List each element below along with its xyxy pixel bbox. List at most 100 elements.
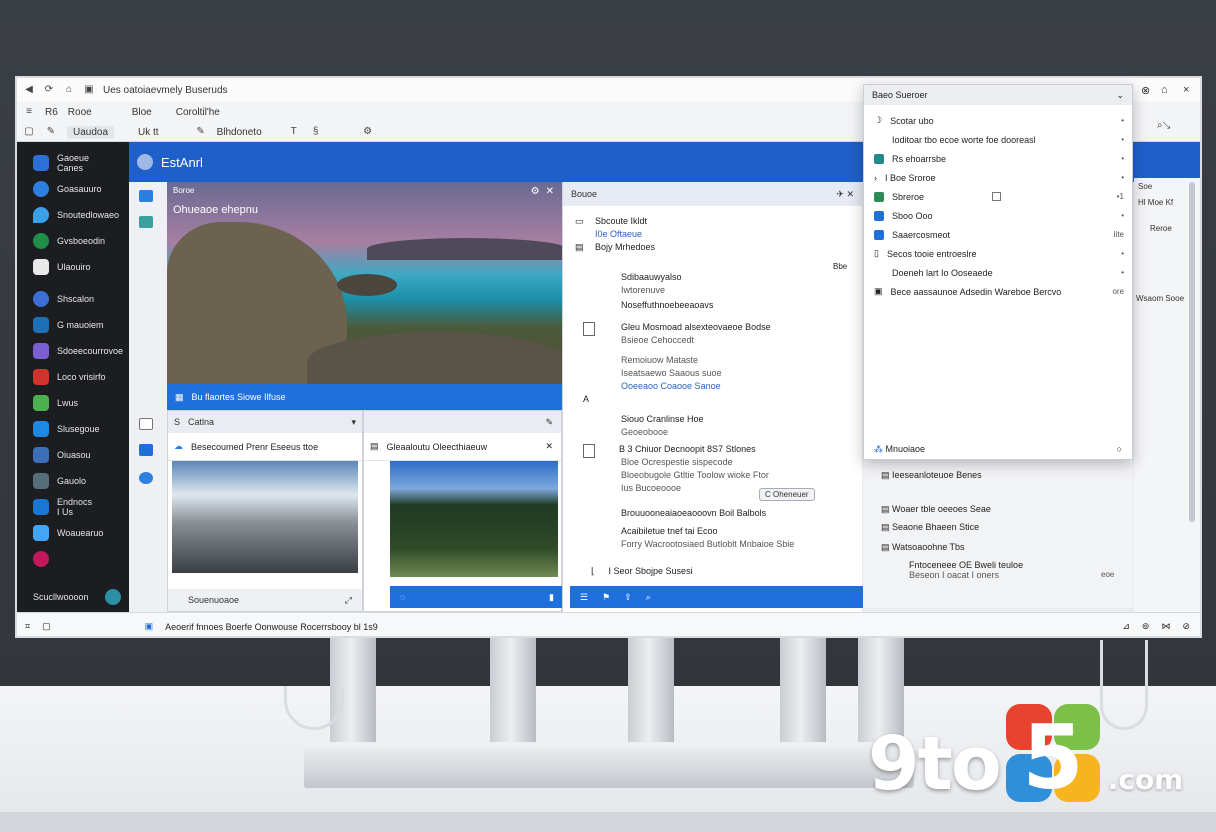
- list-item[interactable]: Ieeseanloteuoe Benes: [892, 470, 982, 480]
- sidebar-item[interactable]: G mauoiem: [17, 312, 129, 338]
- share-icon[interactable]: ⇪: [624, 592, 632, 603]
- lake-photo[interactable]: [172, 461, 358, 573]
- cloud-icon[interactable]: [139, 472, 153, 484]
- toolbar-item[interactable]: R6: [45, 107, 58, 118]
- expand-icon[interactable]: ⤢: [345, 595, 352, 606]
- sidebar-item[interactable]: Goasauuro: [17, 176, 129, 202]
- pen-icon[interactable]: ✎: [195, 126, 207, 138]
- triangle-icon[interactable]: ⊿: [1122, 621, 1130, 632]
- note-icon[interactable]: [139, 444, 153, 456]
- popup-row[interactable]: Saaercosmeot lite: [864, 225, 1132, 244]
- back-icon[interactable]: ◀: [23, 84, 35, 96]
- detail-row-title[interactable]: Acaibiletue tnef tai Ecoo: [621, 526, 718, 536]
- sidebar-item[interactable]: Gvsboeodin: [17, 228, 129, 254]
- close-icon[interactable]: ✕: [545, 441, 553, 452]
- detail-row-title[interactable]: I Seor Sbojpe Susesi: [609, 566, 693, 576]
- sidebar-item[interactable]: Slusegoue: [17, 416, 129, 442]
- list-item[interactable]: Watsoaoohne Tbs: [892, 542, 965, 552]
- pin-icon[interactable]: ⊗: [1141, 84, 1150, 97]
- list-item[interactable]: Seaone Bhaeen Stice: [892, 522, 979, 532]
- vertical-scrollbar[interactable]: [1189, 182, 1195, 522]
- popup-row[interactable]: › I Boe Sroroe •: [864, 168, 1132, 187]
- right-pane-item[interactable]: Wsaom Sooe: [1136, 294, 1184, 303]
- detail-row-title[interactable]: Sbcoute Ikldt: [595, 216, 647, 226]
- detail-row-title[interactable]: Bojy Mrhedoes: [595, 242, 655, 252]
- sidebar-item[interactable]: Shscalon: [17, 286, 129, 312]
- tag-pill[interactable]: C Oheneuer: [759, 488, 815, 501]
- settings-icon[interactable]: ⚙: [531, 186, 540, 197]
- toolbar-tab[interactable]: Blhdoneto: [217, 127, 262, 138]
- toolbar-item[interactable]: Rooe: [68, 107, 92, 118]
- flag-icon[interactable]: ⚑: [602, 592, 610, 603]
- account-icon[interactable]: [105, 589, 121, 605]
- more-icon[interactable]: ▮: [549, 592, 554, 603]
- forest-photo[interactable]: [390, 461, 558, 577]
- close-icon[interactable]: ×: [1183, 84, 1189, 96]
- edit-icon[interactable]: ✎: [45, 126, 57, 138]
- grid-icon[interactable]: ⌗: [25, 621, 30, 632]
- popup-row[interactable]: Rs ehoarrsbe •: [864, 149, 1132, 168]
- right-pane-item[interactable]: Reroe: [1150, 224, 1172, 233]
- list-item[interactable]: Fntoceneee OE Bweli teuloe: [909, 560, 1023, 570]
- sidebar-item[interactable]: Gaoeue Canes: [17, 150, 129, 176]
- popup-row[interactable]: Sboo Ooo •: [864, 206, 1132, 225]
- sidebar-item[interactable]: Oiuasou: [17, 442, 129, 468]
- text-icon[interactable]: T: [288, 126, 300, 138]
- volume-icon[interactable]: ⋈: [1161, 621, 1170, 632]
- menu-icon[interactable]: ≡: [23, 106, 35, 118]
- lock-icon[interactable]: ⌂: [1161, 84, 1168, 96]
- pin-icon[interactable]: ✈ ✕: [836, 189, 854, 200]
- toolbar-item[interactable]: Coroltil'he: [176, 107, 220, 118]
- popup-row[interactable]: ☽ Scotar ubo •: [864, 111, 1132, 130]
- chevron-down-icon[interactable]: ▾: [351, 417, 356, 428]
- home-icon[interactable]: ⌂: [63, 84, 75, 96]
- edit-icon[interactable]: ✎: [545, 417, 553, 428]
- app-icon[interactable]: ▣: [145, 621, 154, 632]
- detail-row-title[interactable]: Siouo Cranlinse Hoe: [621, 414, 704, 424]
- toolbar-tab[interactable]: Uk tt: [138, 127, 159, 138]
- right-pane-item[interactable]: Soe: [1138, 182, 1152, 191]
- sidebar-item[interactable]: Ulaouiro: [17, 254, 129, 280]
- toolbar-tab[interactable]: Uaudoa: [67, 125, 115, 139]
- grid-icon[interactable]: ▦: [175, 392, 184, 403]
- chevron-down-icon[interactable]: ⌄: [1116, 90, 1124, 101]
- pin-icon[interactable]: ▢: [23, 126, 35, 138]
- sidebar-item[interactable]: Sdoeecourrovoe: [17, 338, 129, 364]
- popup-row[interactable]: ▯ Secos tooie entroeslre •: [864, 244, 1132, 263]
- settings-icon[interactable]: ⚙: [362, 126, 374, 138]
- popup-row[interactable]: Sbreroe •1: [864, 187, 1132, 206]
- chat-icon[interactable]: ○: [1117, 444, 1122, 454]
- detail-row-title[interactable]: Noseffuthnoebeeaoavs: [621, 300, 713, 310]
- circle-icon[interactable]: ◌: [400, 592, 405, 602]
- sidebar-item[interactable]: Woauearuo: [17, 520, 129, 546]
- toolbar-item[interactable]: Bloe: [132, 107, 152, 118]
- sidebar-item[interactable]: Lwus: [17, 390, 129, 416]
- popup-row[interactable]: ▣ Bece aassaunoe Adsedin Wareboe Bercvo or…: [864, 282, 1132, 301]
- image-icon[interactable]: [139, 216, 153, 228]
- chat-icon[interactable]: ▢: [42, 621, 51, 632]
- wifi-icon[interactable]: ⊚: [1142, 621, 1150, 632]
- sidebar-item[interactable]: Loco vrisirfo: [17, 364, 129, 390]
- detail-row-title[interactable]: Brouuooneaiaoeaooovn Boil Balbols: [621, 508, 766, 518]
- detail-row-title[interactable]: Sdibaauwyalso: [621, 272, 682, 282]
- popup-row[interactable]: Doeneh lart Io Ooseaede •: [864, 263, 1132, 282]
- sidebar-item[interactable]: Snoutedlowaeo: [17, 202, 129, 228]
- edit-icon[interactable]: ⊘: [1182, 621, 1190, 632]
- checkbox-icon[interactable]: [992, 192, 1002, 201]
- detail-row-link[interactable]: Ooeeaoo Coaooe Sanoe: [621, 381, 771, 391]
- sidebar-item[interactable]: Endnocs I Us: [17, 494, 129, 520]
- search-icon[interactable]: ⌕: [646, 592, 651, 603]
- popup-row[interactable]: Ioditoar tbo ecoe worte foe dooreasl •: [864, 130, 1132, 149]
- monitor-icon[interactable]: [139, 190, 153, 202]
- list-icon[interactable]: [139, 418, 153, 430]
- sidebar-item[interactable]: Gauolo: [17, 468, 129, 494]
- format-icon[interactable]: §: [310, 126, 322, 138]
- detail-row-title[interactable]: B 3 Chiuor Decnoopit 8S7 Stlones: [619, 444, 756, 454]
- right-pane-item[interactable]: Hl Moe Kf: [1138, 198, 1173, 207]
- doc-icon[interactable]: S: [174, 417, 180, 427]
- detail-row-title[interactable]: Gleu Mosmoad alsexteovaeoe Bodse: [621, 322, 771, 332]
- photo-preview[interactable]: Ohueaoe ehepnu Boroe ⚙ ✕: [167, 182, 562, 384]
- refresh-icon[interactable]: ⟳: [43, 84, 55, 96]
- sidebar-item[interactable]: [17, 546, 129, 572]
- close-icon[interactable]: ✕: [546, 186, 554, 197]
